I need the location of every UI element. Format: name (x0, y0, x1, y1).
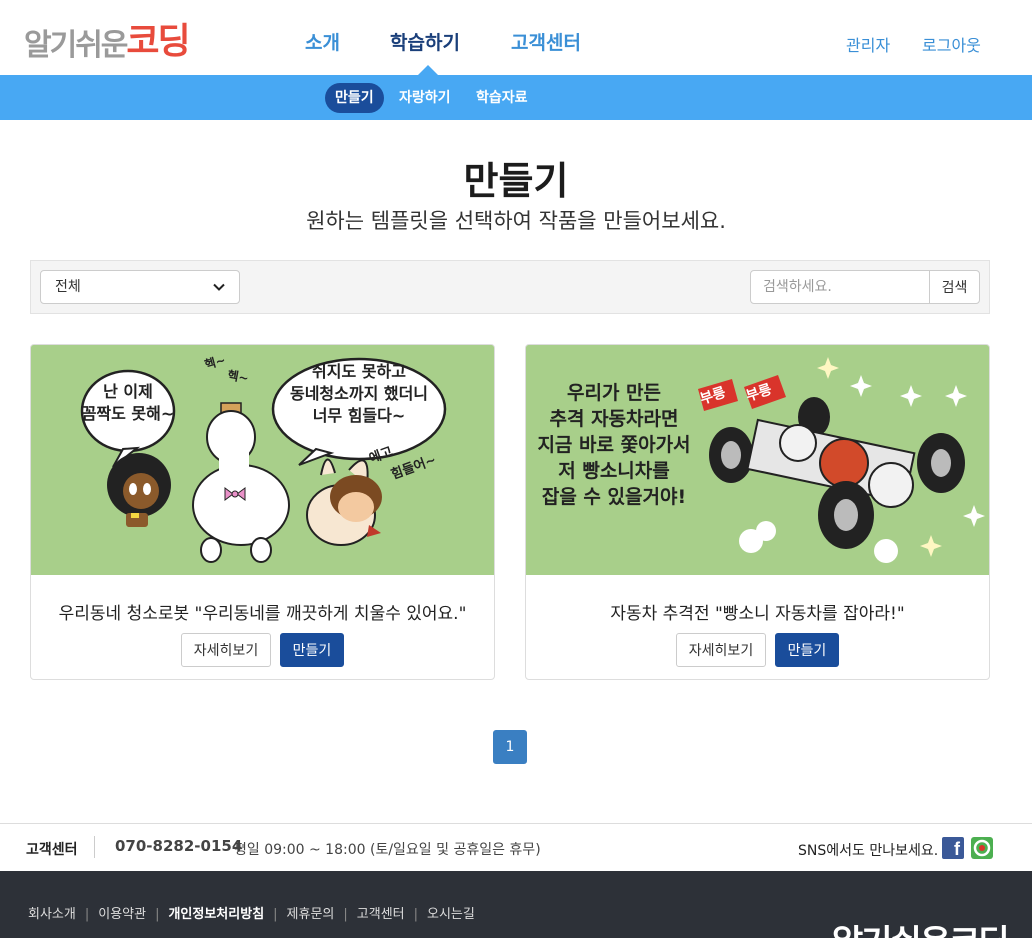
footer-logo: 알기쉬운코딩 (832, 915, 1010, 938)
footer-link-support[interactable]: 고객센터 (357, 907, 405, 922)
nav-learn[interactable]: 학습하기 (390, 28, 460, 55)
pagination-page-1[interactable]: 1 (493, 730, 527, 764)
footer-link-separator: | (413, 907, 419, 922)
template-card-car-chase: 우리가 만든 추격 자동차라면 지금 바로 쫓아가서 저 빵소니차를 잡을 수 … (525, 344, 990, 680)
footer-link-separator: | (273, 907, 278, 922)
card-title-cleaning-robot: 우리동네 청소로봇 "우리동네를 깨끗하게 치울수 있어요." (58, 604, 467, 624)
caption-line4: 저 빵소니차를 (558, 460, 670, 482)
footer-links: 회사소개 | 이용약관 | 개인정보처리방침 | 제휴문의 | 고객센터 | 오시는길 (28, 903, 475, 922)
footer-divider (94, 836, 95, 858)
card-thumbnail-cleaning-robot[interactable]: 난 이제 꼼짝도 못해~ 쉬지도 못하고 동네청소까지 했더니 너무 힘들다~ … (31, 345, 494, 575)
bubble-right-line3: 너무 힘들다~ (313, 406, 406, 425)
nav-support[interactable]: 고객센터 (511, 28, 581, 55)
nav-intro[interactable]: 소개 (305, 28, 340, 55)
car-chase-illustration: 우리가 만든 추격 자동차라면 지금 바로 쫓아가서 저 빵소니차를 잡을 수 … (526, 345, 989, 575)
search-input[interactable] (750, 270, 930, 304)
make-button-cleaning-robot[interactable]: 만들기 (280, 633, 344, 667)
bubble-right-line2: 동네청소까지 했더니 (290, 384, 428, 403)
detail-button-car-chase[interactable]: 자세히보기 (676, 633, 766, 667)
category-select[interactable]: 전체 (40, 270, 240, 304)
subnav-showcase[interactable]: 자랑하기 (389, 83, 461, 113)
bubble-left-line1: 난 이제 (103, 382, 153, 401)
caption-line3: 지금 바로 쫓아가서 (537, 434, 690, 456)
category-selected-value: 전체 (55, 279, 81, 295)
footer-link-terms[interactable]: 이용약관 (98, 907, 146, 922)
logo-text-part2: 코딩 (126, 21, 190, 62)
logout-link[interactable]: 로그아웃 (922, 32, 981, 56)
admin-link[interactable]: 관리자 (846, 32, 890, 56)
kakaostory-glyph (973, 839, 991, 857)
search-button[interactable]: 검색 (929, 270, 980, 304)
active-nav-caret (418, 65, 438, 75)
template-card-cleaning-robot: 난 이제 꼼짝도 못해~ 쉬지도 못하고 동네청소까지 했더니 너무 힘들다~ … (30, 344, 495, 680)
bubble-left-line2: 꼼짝도 못해~ (82, 404, 175, 423)
facebook-icon[interactable]: f (942, 837, 964, 859)
site-logo[interactable]: 알기쉬운 코딩 (24, 20, 191, 64)
footer-link-separator: | (155, 907, 160, 922)
footer-sns-text: SNS에서도 만나보세요. (798, 843, 939, 859)
footer-link-company[interactable]: 회사소개 (28, 907, 76, 922)
footer-phone: 070-8282-0154 (115, 837, 243, 855)
card-title-car-chase: 자동차 추격전 "빵소니 자동차를 잡아라!" (610, 604, 905, 624)
card-thumbnail-car-chase[interactable]: 우리가 만든 추격 자동차라면 지금 바로 쫓아가서 저 빵소니차를 잡을 수 … (526, 345, 989, 575)
footer-cs-label: 고객센터 (26, 842, 78, 858)
page-title: 만들기 (463, 159, 569, 203)
subnav-materials[interactable]: 학습자료 (466, 83, 538, 113)
footer-link-separator: | (343, 907, 348, 922)
cleaning-robot-illustration: 난 이제 꼼짝도 못해~ 쉬지도 못하고 동네청소까지 했더니 너무 힘들다~ … (31, 345, 494, 575)
filter-bar: 전체 검색 (30, 260, 990, 314)
caption-line1: 우리가 만든 (567, 382, 661, 404)
footer-link-directions[interactable]: 오시는길 (427, 907, 475, 922)
bubble-right-line1: 쉬지도 못하고 (312, 362, 406, 381)
caption-line2: 추격 자동차라면 (550, 408, 679, 430)
caption-line5: 잡을 수 있을거야! (542, 486, 686, 508)
logo-text-part1: 알기쉬운 (24, 28, 128, 63)
sub-nav: 만들기 자랑하기 학습자료 (0, 75, 1032, 120)
site-header: 알기쉬운 코딩 소개 학습하기 고객센터 관리자 로그아웃 (0, 0, 1032, 75)
page-subtitle: 원하는 템플릿을 선택하여 작품을 만들어보세요. (306, 209, 726, 233)
footer-links-bar: 회사소개 | 이용약관 | 개인정보처리방침 | 제휴문의 | 고객센터 | 오시는길 알기쉬운코딩 (0, 871, 1032, 938)
detail-button-cleaning-robot[interactable]: 자세히보기 (181, 633, 271, 667)
footer-hours: 평일 09:00 ~ 18:00 (토/일요일 및 공휴일은 휴무) (234, 842, 541, 858)
chevron-down-icon (213, 283, 225, 291)
make-button-car-chase[interactable]: 만들기 (775, 633, 839, 667)
kakaostory-icon[interactable] (971, 837, 993, 859)
footer-contact-bar: 고객센터 070-8282-0154 평일 09:00 ~ 18:00 (토/일… (0, 823, 1032, 871)
footer-link-privacy[interactable]: 개인정보처리방침 (168, 907, 264, 922)
subnav-make[interactable]: 만들기 (325, 83, 384, 113)
footer-link-partnership[interactable]: 제휴문의 (287, 907, 335, 922)
footer-link-separator: | (84, 907, 90, 922)
